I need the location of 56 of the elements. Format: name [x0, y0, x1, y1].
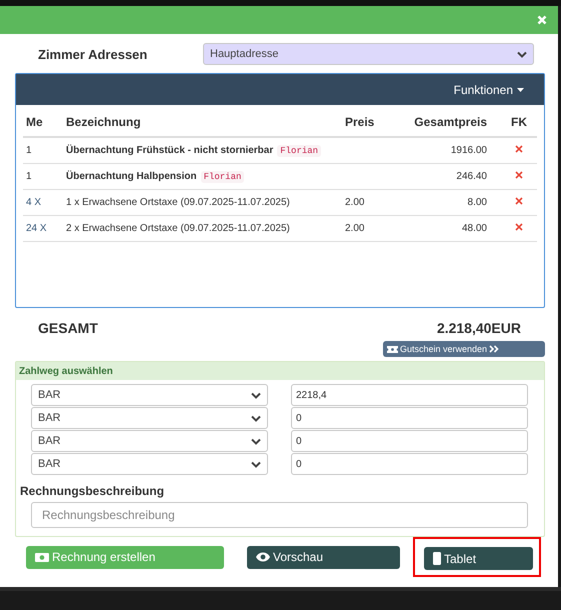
- eye-icon: [256, 552, 270, 562]
- item-name: Übernachtung Frühstück - nicht stornierbar: [66, 145, 274, 156]
- item-name: 1 x Erwachsene Ortstaxe (09.07.2025-11.07.2025): [66, 197, 290, 208]
- quantity-text: 24 X: [26, 223, 47, 234]
- quantity-text: 1: [26, 145, 32, 156]
- address-label: Zimmer Adressen: [38, 46, 148, 62]
- action-button[interactable]: Tablet: [424, 547, 533, 570]
- column-header: Preis: [342, 105, 394, 137]
- ticket-icon: [387, 346, 398, 352]
- close-icon[interactable]: [537, 15, 547, 25]
- money-bill-icon: [35, 552, 49, 562]
- functions-menu-button[interactable]: Funktionen: [452, 80, 526, 98]
- delete-icon[interactable]: [515, 223, 523, 231]
- total-label: GESAMT: [38, 320, 98, 336]
- address-select[interactable]: Hauptadresse: [203, 43, 534, 65]
- item-name: Übernachtung Halbpension: [66, 171, 197, 182]
- action-button[interactable]: Vorschau: [247, 546, 400, 568]
- amount-field[interactable]: 0: [291, 430, 528, 452]
- quantity-text: 1: [26, 171, 32, 182]
- total-text: 8.00: [468, 197, 487, 208]
- total-text: 246.40: [456, 171, 487, 182]
- chevron-down-icon: [251, 392, 261, 398]
- payment-method-select[interactable]: BAR: [31, 453, 268, 475]
- guest-tag: Florian: [200, 171, 244, 183]
- delete-icon[interactable]: [515, 145, 523, 153]
- column-header: Me: [23, 105, 63, 137]
- total-text: 48.00: [462, 223, 487, 234]
- double-chevron-icon: [489, 345, 500, 353]
- price-text: 2.00: [345, 197, 364, 208]
- amount-field[interactable]: 2218,4: [291, 384, 528, 406]
- column-header: Gesamtpreis: [394, 105, 501, 137]
- tablet-icon: [433, 552, 441, 565]
- payment-method-select[interactable]: BAR: [31, 384, 268, 406]
- total-text: 1916.00: [450, 145, 487, 156]
- column-header: FK: [501, 105, 537, 137]
- total-amount: 2.218,40EUR: [436, 320, 521, 336]
- payment-method-select[interactable]: BAR: [31, 407, 268, 429]
- chevron-down-icon: [517, 50, 527, 58]
- voucher-button[interactable]: Gutschein verwenden: [383, 341, 545, 357]
- amount-field[interactable]: 0: [291, 453, 528, 475]
- price-text: 2.00: [345, 223, 364, 234]
- quantity-text: 4 X: [26, 197, 42, 208]
- caret-icon: [517, 88, 524, 92]
- chevron-down-icon: [251, 414, 261, 422]
- amount-field[interactable]: 0: [291, 407, 528, 429]
- delete-icon[interactable]: [515, 197, 523, 205]
- description-field[interactable]: Rechnungsbeschreibung: [31, 502, 528, 528]
- description-label: Rechnungsbeschreibung: [19, 483, 166, 500]
- column-header: Bezeichnung: [63, 105, 342, 137]
- item-name: 2 x Erwachsene Ortstaxe (09.07.2025-11.07.2025): [66, 223, 290, 234]
- chevron-down-icon: [251, 460, 261, 468]
- payment-method-select[interactable]: BAR: [31, 430, 268, 452]
- payment-title: Zahlweg auswählen: [19, 366, 113, 376]
- chevron-down-icon: [251, 438, 261, 444]
- guest-tag: Florian: [277, 145, 322, 157]
- delete-icon[interactable]: [515, 171, 523, 179]
